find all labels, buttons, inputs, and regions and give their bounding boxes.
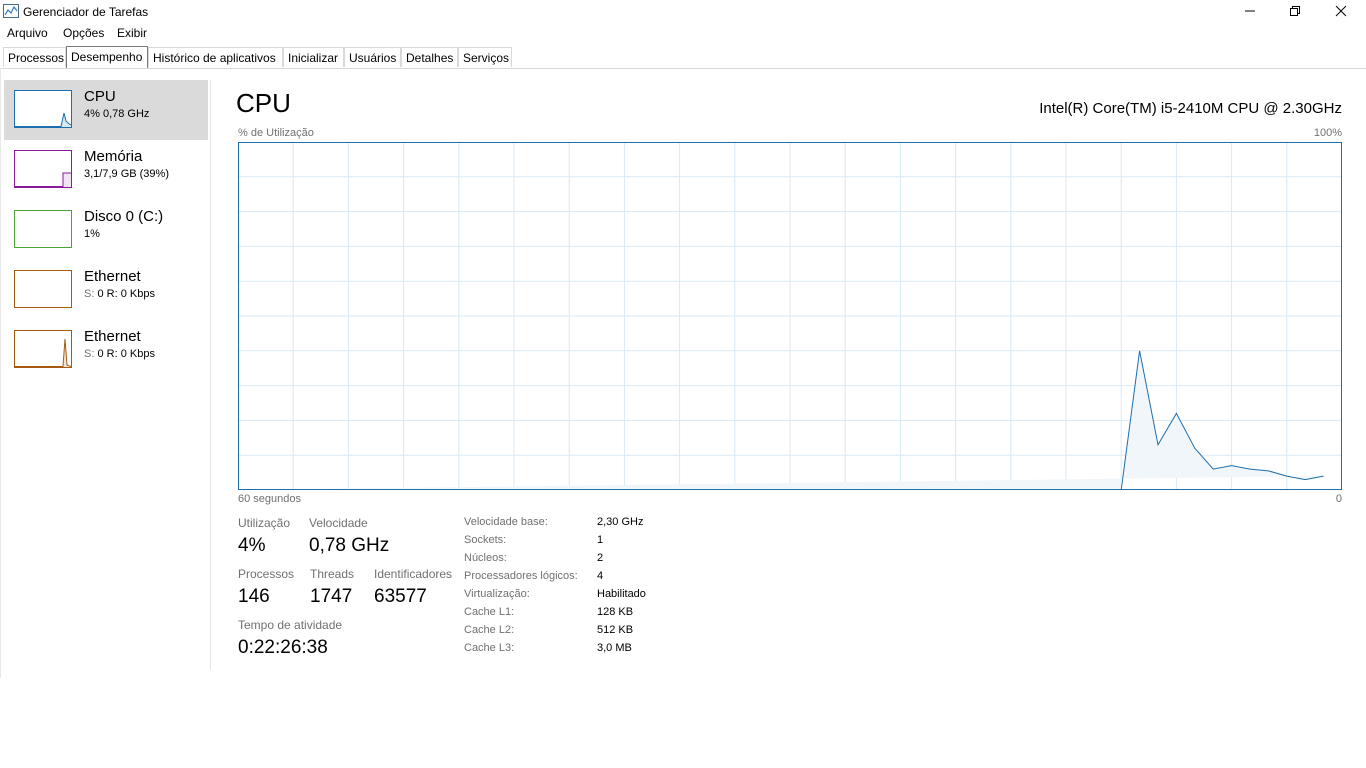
resource-value: S: 0 R: 0 Kbps [84, 288, 155, 300]
handles-value: 63577 [374, 586, 427, 607]
processes-value: 146 [238, 586, 270, 607]
spec-value: 128 KB [597, 606, 634, 618]
tab-usuarios[interactable]: Usuários [344, 47, 401, 67]
restore-icon [1290, 6, 1300, 16]
send-value: 0 R: [97, 288, 118, 300]
tab-processos[interactable]: Processos [3, 47, 66, 67]
y-axis-label: % de Utilização [238, 127, 314, 139]
cpu-model: Intel(R) Core(TM) i5-2410M CPU @ 2.30GHz [1039, 100, 1342, 117]
spec-value: 4 [597, 570, 604, 582]
utilization-value: 4% [238, 535, 266, 556]
spec-label: Velocidade base: [464, 516, 548, 528]
resource-name: CPU [84, 88, 116, 105]
threads-value: 1747 [310, 586, 353, 607]
minimize-icon [1245, 10, 1255, 12]
send-value: 0 R: [97, 348, 118, 360]
title-bar: Gerenciador de Tarefas [0, 0, 1366, 24]
close-icon [1335, 5, 1347, 17]
tab-desempenho[interactable]: Desempenho [66, 46, 148, 68]
menu-arquivo[interactable]: Arquivo [7, 26, 48, 40]
spec-value: 1 [597, 534, 604, 546]
close-button[interactable] [1318, 0, 1364, 22]
spec-value: 3,0 MB [597, 642, 632, 654]
resource-item-memory[interactable]: Memória 3,1/7,9 GB (39%) [4, 140, 208, 200]
handles-label: Identificadores [374, 567, 453, 581]
utilization-label: Utilização [238, 516, 291, 530]
resource-value: 3,1/7,9 GB (39%) [84, 168, 169, 180]
uptime-value: 0:22:26:38 [238, 637, 328, 658]
cpu-utilization-chart [238, 142, 1342, 490]
memory-thumbnail-graph [15, 172, 71, 187]
cpu-thumbnail-graph [15, 112, 71, 127]
threads-label: Threads [310, 567, 355, 581]
spec-label: Cache L2: [464, 624, 515, 636]
menu-opcoes[interactable]: Opções [63, 26, 104, 40]
restore-button[interactable] [1272, 0, 1318, 22]
cpu-thumbnail [14, 90, 72, 128]
processes-label: Processos [238, 567, 295, 581]
menu-bar: Arquivo Opções Exibir [0, 24, 1366, 42]
ethernet-thumbnail-graph [15, 338, 71, 367]
resource-item-disk[interactable]: Disco 0 (C:) 1% [4, 200, 208, 260]
speed-value: 0,78 GHz [309, 535, 390, 556]
send-label: S: [84, 348, 95, 360]
resource-name: Ethernet [84, 268, 141, 285]
tab-historico[interactable]: Histórico de aplicativos [148, 47, 283, 67]
y-axis-max-label: 100% [1313, 127, 1342, 139]
tab-inicializar[interactable]: Inicializar [283, 47, 344, 67]
spec-label: Núcleos: [464, 552, 507, 564]
resource-list: CPU 4% 0,78 GHz Memória 3,1/7,9 GB (39%)… [0, 80, 211, 670]
send-label: S: [84, 288, 95, 300]
speed-label: Velocidade [309, 516, 368, 530]
spec-label: Processadores lógicos: [464, 570, 578, 582]
resource-item-cpu[interactable]: CPU 4% 0,78 GHz [4, 80, 208, 140]
spec-label: Cache L1: [464, 606, 515, 618]
spec-value: 2,30 GHz [597, 516, 644, 528]
task-manager-icon [3, 4, 19, 18]
resource-name: Disco 0 (C:) [84, 208, 164, 225]
x-axis-left-label: 60 segundos [238, 493, 301, 505]
receive-value: 0 Kbps [120, 348, 155, 360]
x-axis-right-label: 0 [1335, 493, 1342, 505]
resource-name: Ethernet [84, 328, 141, 345]
memory-thumbnail [14, 150, 72, 188]
tab-detalhes[interactable]: Detalhes [401, 47, 458, 67]
window-title: Gerenciador de Tarefas [23, 5, 149, 19]
tab-bar: Processos Desempenho Histórico de aplica… [0, 46, 1366, 69]
spec-label: Cache L3: [464, 642, 515, 654]
spec-label: Virtualização: [464, 588, 530, 600]
disk-thumbnail [14, 210, 72, 248]
spec-label: Sockets: [464, 534, 507, 546]
menu-exibir[interactable]: Exibir [117, 26, 147, 40]
ethernet-thumbnail [14, 270, 72, 308]
resource-value: 4% 0,78 GHz [84, 108, 150, 120]
resource-value: S: 0 R: 0 Kbps [84, 348, 155, 360]
spec-value: Habilitado [597, 588, 646, 600]
resource-item-ethernet-2[interactable]: Ethernet S: 0 R: 0 Kbps [4, 320, 208, 380]
spec-value: 2 [597, 552, 604, 564]
minimize-button[interactable] [1227, 0, 1273, 22]
tab-servicos[interactable]: Serviços [458, 47, 512, 67]
resource-value: 1% [84, 228, 100, 240]
receive-value: 0 Kbps [120, 288, 155, 300]
resource-name: Memória [84, 148, 143, 165]
spec-value: 512 KB [597, 624, 634, 636]
uptime-label: Tempo de atividade [238, 618, 343, 632]
resource-item-ethernet-1[interactable]: Ethernet S: 0 R: 0 Kbps [4, 260, 208, 320]
page-title: CPU [236, 88, 291, 118]
ethernet-thumbnail [14, 330, 72, 368]
